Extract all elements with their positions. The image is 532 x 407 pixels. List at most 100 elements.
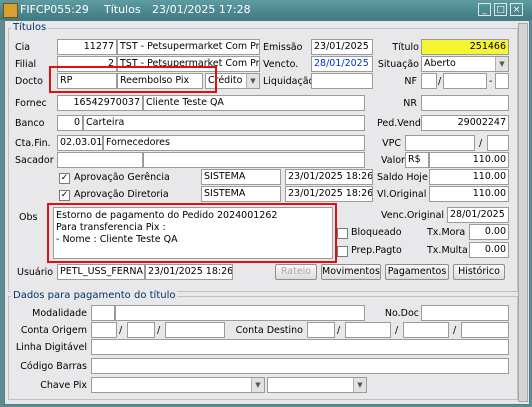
chevron-down-icon[interactable]: ▼ (495, 57, 508, 71)
vencto-field[interactable]: 28/01/2025 (311, 56, 373, 72)
window-datetime: 23/01/2025 17:28 (152, 3, 251, 16)
docto-label: Docto (15, 76, 43, 87)
app-icon (3, 3, 18, 18)
fornec-code-field[interactable]: 16542970037 (57, 95, 143, 111)
chave-pix-select[interactable]: ▼ (267, 377, 367, 393)
bloqueado-checkbox[interactable] (337, 228, 348, 239)
conta-origem-conta-field[interactable] (165, 322, 225, 338)
titulos-section-title: Títulos (11, 22, 49, 33)
conta-destino-banco-field[interactable] (307, 322, 335, 338)
aprov-gerencia-user-field[interactable]: SISTEMA (201, 169, 281, 185)
chave-pix-type-select[interactable]: ▼ (91, 377, 265, 393)
chevron-down-icon[interactable]: ▼ (353, 378, 366, 392)
nf-sep-dash: - (489, 76, 493, 87)
banco-label: Banco (15, 118, 45, 129)
form-frame: Títulos Cia 11277 TST - Petsupermarket C… (4, 20, 530, 405)
venc-original-field[interactable]: 28/01/2025 (447, 207, 509, 223)
aprov-gerencia-label: Aprovação Gerência (74, 172, 170, 183)
usuario-date-field[interactable]: 23/01/2025 18:26 (145, 264, 233, 280)
movimentos-button[interactable]: Movimentos (321, 264, 381, 280)
modalidade-desc-field[interactable] (115, 305, 365, 321)
aprov-diretoria-date-field[interactable]: 23/01/2025 18:26 (285, 186, 373, 202)
vpc-sep: / (479, 138, 483, 149)
maximize-icon[interactable]: □ (494, 3, 507, 16)
pagamento-section-title: Dados para pagamento do título (11, 290, 178, 301)
window-titlebar: FIFCP055:29 Títulos 23/01/2025 17:28 _ □… (0, 0, 532, 20)
modalidade-code-field[interactable] (91, 305, 115, 321)
cia-code-field[interactable]: 11277 (57, 39, 117, 55)
aprov-diretoria-label: Aprovação Diretoria (74, 189, 169, 200)
cia-label: Cia (15, 42, 31, 53)
fornec-label: Fornec (15, 98, 47, 109)
venc-original-label: Venc.Original (381, 210, 445, 221)
aprov-gerencia-checkbox[interactable]: ✓ (59, 173, 70, 184)
bloqueado-label: Bloqueado (351, 227, 402, 238)
titulo-field[interactable]: 251466 (421, 39, 509, 55)
codigo-barras-field[interactable] (91, 358, 509, 374)
conta-origem-banco-field[interactable] (91, 322, 117, 338)
tx-multa-field[interactable]: 0.00 (469, 242, 509, 258)
fornec-name-field[interactable]: Cliente Teste QA (143, 95, 365, 111)
vpc-field[interactable] (405, 135, 475, 151)
aprov-diretoria-user-field[interactable]: SISTEMA (201, 186, 281, 202)
rateio-button[interactable]: Rateio (275, 264, 317, 280)
situacao-select[interactable]: Aberto ▼ (421, 56, 509, 72)
usuario-field[interactable]: PETL_USS_FERNA (57, 264, 145, 280)
valor-field[interactable]: 110.00 (429, 152, 509, 168)
conta-destino-agencia-field[interactable] (345, 322, 391, 338)
cta-fin-code-field[interactable]: 02.03.01 (57, 135, 103, 151)
nf-digit-field[interactable] (495, 73, 509, 89)
conta-destino-conta-field[interactable] (403, 322, 449, 338)
liquidacao-field[interactable] (311, 73, 373, 89)
minimize-icon[interactable]: _ (478, 3, 491, 16)
conta-origem-sep: / (157, 325, 161, 336)
valor-currency-field[interactable]: R$ (405, 152, 429, 168)
aprov-gerencia-date-field[interactable]: 23/01/2025 18:26 (285, 169, 373, 185)
filial-label: Filial (15, 59, 37, 70)
vpc-label: VPC (382, 138, 401, 149)
chevron-down-icon[interactable]: ▼ (251, 378, 264, 392)
saldo-hoje-field[interactable]: 110.00 (429, 169, 509, 185)
tx-multa-label: Tx.Multa (427, 245, 468, 256)
banco-code-field[interactable]: 0 (57, 115, 83, 131)
situacao-label: Situação (377, 59, 419, 70)
sacador-label: Sacador (15, 155, 54, 166)
annotation-box-docto (49, 66, 217, 93)
no-doc-label: No.Doc (384, 308, 419, 319)
linha-digitavel-field[interactable] (91, 339, 509, 355)
historico-button[interactable]: Histórico (453, 264, 505, 280)
tx-mora-field[interactable]: 0.00 (469, 224, 509, 240)
cta-fin-name-field[interactable]: Fornecedores (103, 135, 365, 151)
nf-number-field[interactable] (443, 73, 487, 89)
no-doc-field[interactable] (421, 305, 509, 321)
linha-digitavel-label: Linha Digitável (15, 342, 87, 353)
chave-pix-label: Chave Pix (40, 380, 87, 391)
codigo-barras-label: Código Barras (20, 361, 87, 372)
nr-field[interactable] (421, 95, 509, 111)
vencto-label: Vencto. (263, 59, 299, 70)
chevron-down-icon[interactable]: ▼ (246, 74, 259, 88)
aprov-diretoria-checkbox[interactable]: ✓ (59, 190, 70, 201)
conta-destino-sep: / (337, 325, 341, 336)
annotation-box-obs (47, 203, 337, 263)
sacador-code-field[interactable] (57, 152, 143, 168)
vl-original-label: Vl.Original (377, 189, 427, 200)
conta-destino-digito-field[interactable] (461, 322, 509, 338)
sacador-name-field[interactable] (143, 152, 365, 168)
vl-original-field[interactable]: 110.00 (429, 186, 509, 202)
conta-origem-agencia-field[interactable] (127, 322, 155, 338)
vertical-scrollbar[interactable] (518, 23, 528, 402)
ped-venda-field[interactable]: 29002247 (421, 115, 509, 131)
vpc-seq-field[interactable] (487, 135, 509, 151)
close-icon[interactable]: × (510, 3, 523, 16)
situacao-value: Aberto (424, 58, 456, 69)
usuario-label: Usuário (17, 267, 54, 278)
nf-serie-field[interactable] (421, 73, 437, 89)
modalidade-label: Modalidade (32, 308, 87, 319)
banco-name-field[interactable]: Carteira (83, 115, 365, 131)
conta-origem-sep: / (119, 325, 123, 336)
prep-pagto-checkbox[interactable] (337, 246, 348, 257)
pagamentos-button[interactable]: Pagamentos (385, 264, 449, 280)
cia-name-field[interactable]: TST - Petsupermarket Com Pro (117, 39, 260, 55)
emissao-field[interactable]: 23/01/2025 (311, 39, 373, 55)
